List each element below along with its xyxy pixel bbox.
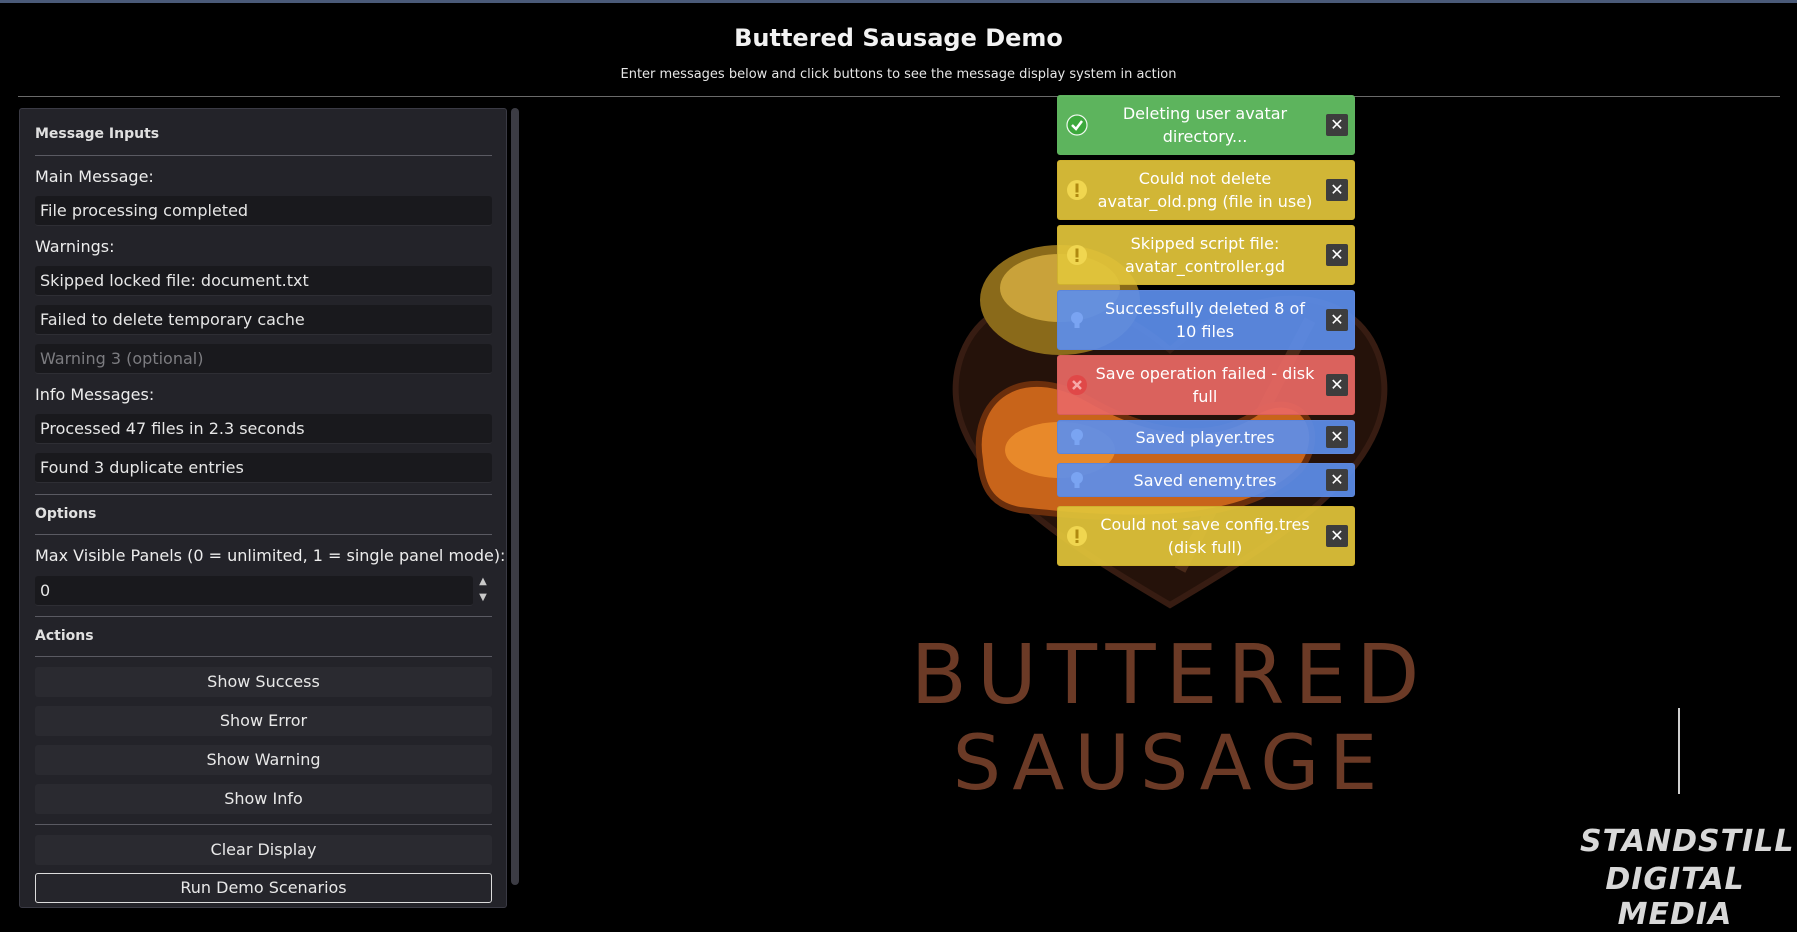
- spin-up-icon[interactable]: ▲: [476, 576, 490, 588]
- toast-message: Deleting user avatar directory...: [1122, 104, 1288, 146]
- check-circle-icon: [1066, 114, 1088, 136]
- warning-1-input[interactable]: Skipped locked file: document.txt: [35, 266, 492, 296]
- divider: [35, 616, 492, 617]
- close-icon[interactable]: ✕: [1326, 244, 1348, 266]
- page-title: Buttered Sausage Demo: [734, 24, 1063, 52]
- show-success-button[interactable]: Show Success: [35, 667, 492, 697]
- splash-title-line1: BUTTERED: [910, 628, 1430, 723]
- panel-scrollbar[interactable]: [511, 108, 519, 885]
- show-info-button[interactable]: Show Info: [35, 784, 492, 814]
- divider: [35, 155, 492, 156]
- splash-title-line2: SAUSAGE: [952, 718, 1388, 807]
- info-messages-label: Info Messages:: [35, 385, 155, 404]
- main-message-label: Main Message:: [35, 167, 154, 186]
- caret-line: [1678, 708, 1680, 794]
- toast-error: Save operation failed - disk full ✕: [1057, 355, 1355, 415]
- divider: [35, 534, 492, 535]
- toast-warning: Could not delete avatar_old.png (file in…: [1057, 160, 1355, 220]
- info-2-input[interactable]: Found 3 duplicate entries: [35, 453, 492, 483]
- toast-warning: Could not save config.tres (disk full) ✕: [1057, 506, 1355, 566]
- show-error-button[interactable]: Show Error: [35, 706, 492, 736]
- toast-message: Skipped script file: avatar_controller.g…: [1125, 234, 1285, 276]
- section-actions: Actions: [35, 628, 94, 644]
- lightbulb-icon: [1066, 426, 1088, 448]
- main-message-input[interactable]: File processing completed: [35, 196, 492, 226]
- run-demo-button[interactable]: Run Demo Scenarios: [35, 873, 492, 903]
- header-divider: [18, 96, 1780, 97]
- info-1-input[interactable]: Processed 47 files in 2.3 seconds: [35, 414, 492, 444]
- divider: [35, 494, 492, 495]
- close-icon[interactable]: ✕: [1326, 426, 1348, 448]
- exclamation-icon: [1066, 525, 1088, 547]
- close-icon[interactable]: ✕: [1326, 525, 1348, 547]
- exclamation-icon: [1066, 179, 1088, 201]
- toast-success: Deleting user avatar directory... ✕: [1057, 95, 1355, 155]
- lightbulb-icon: [1066, 469, 1088, 491]
- page-subtitle: Enter messages below and click buttons t…: [620, 67, 1177, 82]
- show-warning-button[interactable]: Show Warning: [35, 745, 492, 775]
- brand-line1: STANDSTILL: [1580, 824, 1795, 859]
- close-icon[interactable]: ✕: [1326, 374, 1348, 396]
- close-icon[interactable]: ✕: [1326, 179, 1348, 201]
- divider: [35, 656, 492, 657]
- x-circle-icon: [1066, 374, 1088, 396]
- toast-info: Saved player.tres ✕: [1057, 420, 1355, 454]
- exclamation-icon: [1066, 244, 1088, 266]
- clear-display-button[interactable]: Clear Display: [35, 835, 492, 865]
- toast-message: Could not save config.tres (disk full): [1100, 515, 1310, 557]
- max-panels-spinbox[interactable]: 0: [35, 576, 473, 606]
- close-icon[interactable]: ✕: [1326, 309, 1348, 331]
- spin-down-icon[interactable]: ▼: [476, 592, 490, 604]
- warning-3-input[interactable]: Warning 3 (optional): [35, 344, 492, 374]
- close-icon[interactable]: ✕: [1326, 114, 1348, 136]
- toast-message: Successfully deleted 8 of 10 files: [1105, 299, 1305, 341]
- toast-warning: Skipped script file: avatar_controller.g…: [1057, 225, 1355, 285]
- section-message-inputs: Message Inputs: [35, 126, 160, 142]
- toast-message: Could not delete avatar_old.png (file in…: [1097, 169, 1313, 211]
- close-icon[interactable]: ✕: [1326, 469, 1348, 491]
- window-top-border: [0, 0, 1797, 3]
- toast-message: Saved enemy.tres: [1133, 470, 1277, 490]
- toast-message: Save operation failed - disk full: [1095, 364, 1315, 406]
- toast-message: Saved player.tres: [1135, 427, 1275, 447]
- toast-info: Saved enemy.tres ✕: [1057, 463, 1355, 497]
- warnings-label: Warnings:: [35, 237, 115, 256]
- section-options: Options: [35, 506, 97, 522]
- lightbulb-icon: [1066, 309, 1088, 331]
- toast-info: Successfully deleted 8 of 10 files ✕: [1057, 290, 1355, 350]
- warning-2-input[interactable]: Failed to delete temporary cache: [35, 305, 492, 335]
- max-panels-label: Max Visible Panels (0 = unlimited, 1 = s…: [35, 546, 506, 565]
- divider: [35, 824, 492, 825]
